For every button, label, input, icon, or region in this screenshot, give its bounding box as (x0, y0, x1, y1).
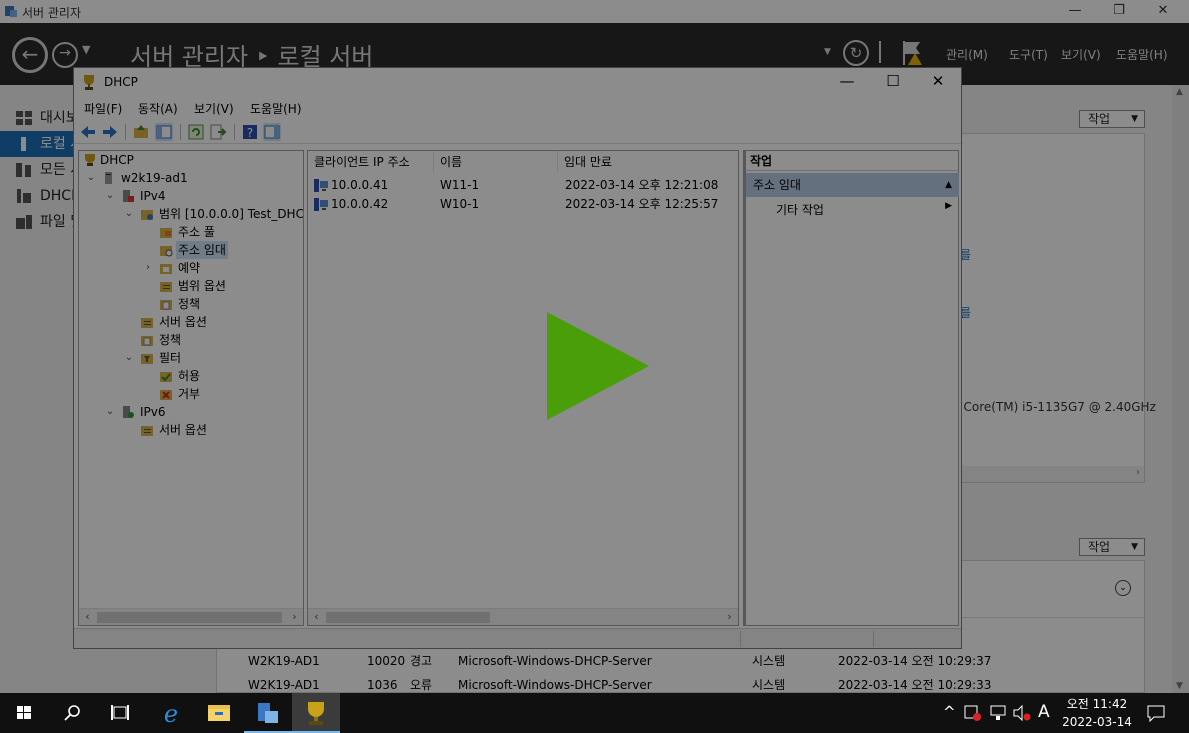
notifications-icon[interactable] (1146, 704, 1166, 722)
input-method-indicator[interactable]: A (1038, 702, 1050, 722)
action-center-error-icon[interactable] (963, 704, 983, 722)
svg-text:e: e (164, 700, 178, 728)
search-icon[interactable] (48, 693, 96, 733)
internet-explorer-icon[interactable]: e (148, 693, 196, 733)
file-explorer-icon[interactable] (196, 693, 244, 733)
clock-time: 오전 11:42 (1066, 697, 1128, 711)
taskbar-server-manager[interactable] (244, 693, 292, 733)
network-icon[interactable] (989, 704, 1009, 722)
task-view-icon[interactable] (96, 693, 144, 733)
clock-date: 2022-03-14 (1062, 715, 1132, 729)
show-hidden-icons-chevron-icon[interactable]: ^ (943, 703, 956, 721)
dhcp-trophy-icon (308, 702, 324, 725)
taskbar: e ^ A 오전 11:42 2022-03-14 (0, 693, 1189, 733)
volume-muted-icon[interactable] (1012, 704, 1032, 722)
play-icon[interactable] (547, 312, 649, 420)
taskbar-dhcp[interactable] (292, 693, 340, 733)
server-manager-icon (258, 703, 278, 723)
clock[interactable]: 오전 11:42 2022-03-14 (1054, 695, 1140, 731)
windows-start-icon[interactable] (0, 693, 48, 733)
